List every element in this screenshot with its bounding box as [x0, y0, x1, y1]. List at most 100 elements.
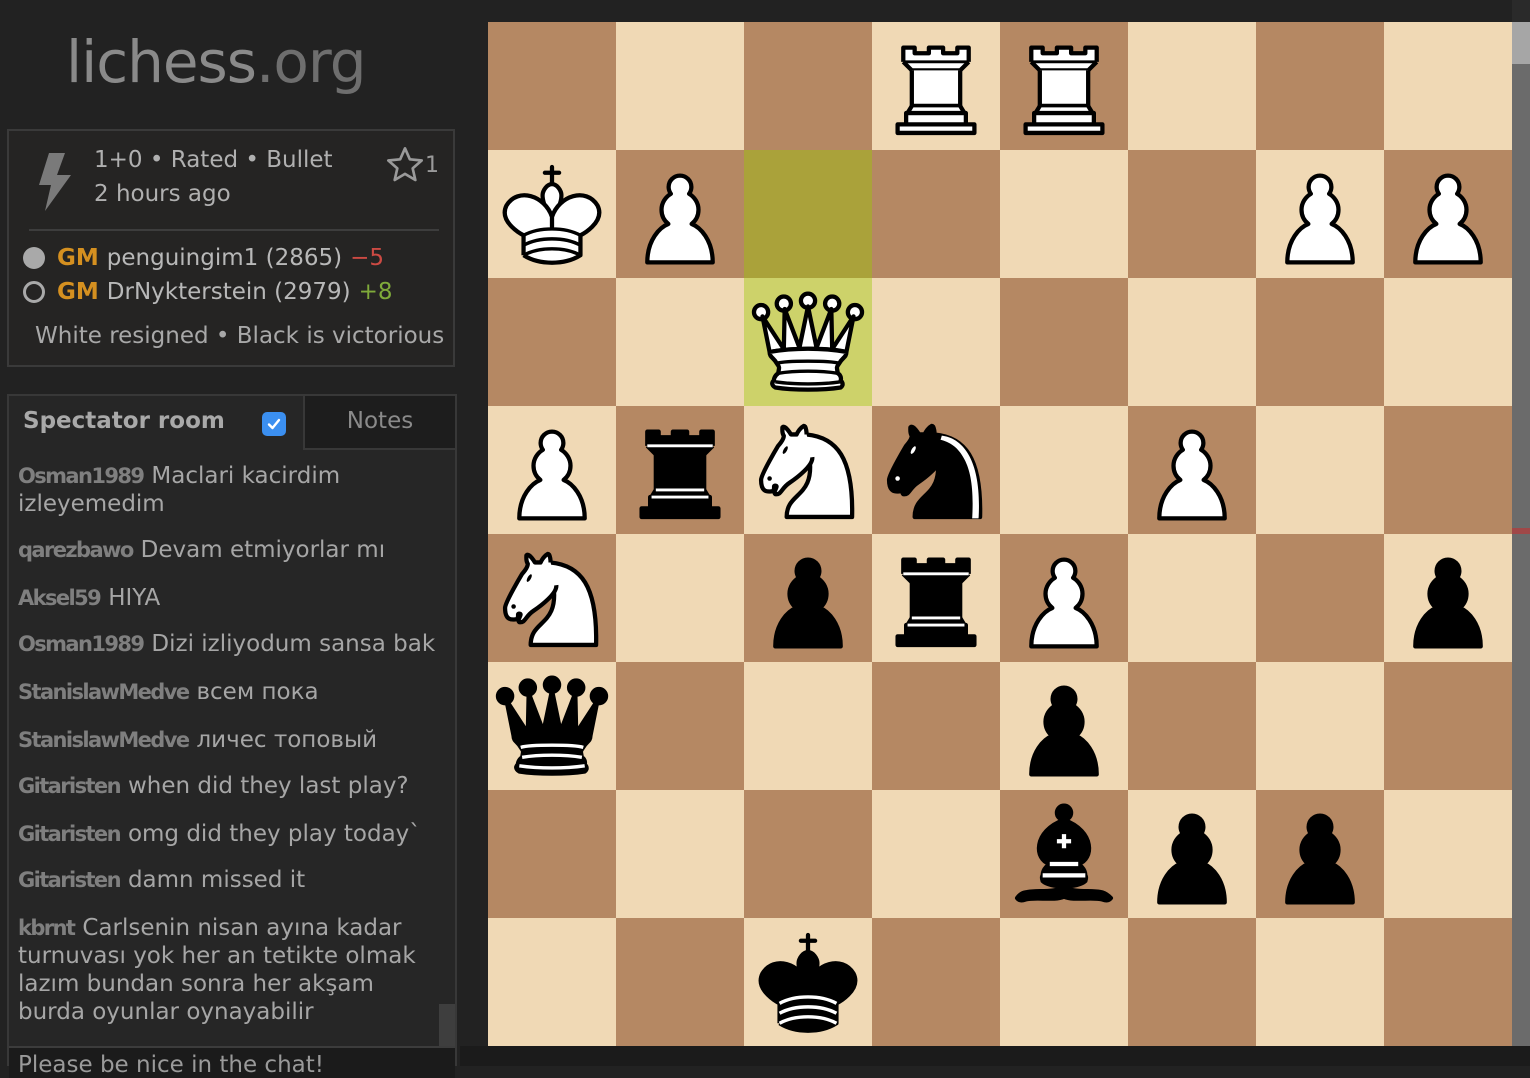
square-c6[interactable]	[744, 278, 872, 406]
chat-username[interactable]: Osman1989	[18, 632, 145, 656]
square-c7[interactable]	[744, 150, 872, 278]
square-g3[interactable]	[1256, 662, 1384, 790]
square-h8[interactable]	[1384, 22, 1512, 150]
chat-scrollbar[interactable]	[439, 1004, 455, 1046]
black-knight-icon[interactable]	[872, 406, 1000, 534]
square-g2[interactable]	[1256, 790, 1384, 918]
square-d8[interactable]	[872, 22, 1000, 150]
square-f8[interactable]	[1128, 22, 1256, 150]
chat-username[interactable]: Gitaristen	[18, 774, 122, 798]
square-a8[interactable]	[488, 22, 616, 150]
square-h6[interactable]	[1384, 278, 1512, 406]
square-e8[interactable]	[1000, 22, 1128, 150]
square-d7[interactable]	[872, 150, 1000, 278]
square-a6[interactable]	[488, 278, 616, 406]
square-f5[interactable]	[1128, 406, 1256, 534]
chat-username[interactable]: Aksel59	[18, 586, 102, 610]
black-pawn-icon[interactable]	[1128, 790, 1256, 918]
square-e2[interactable]	[1000, 790, 1128, 918]
square-a4[interactable]	[488, 534, 616, 662]
square-h4[interactable]	[1384, 534, 1512, 662]
tab-notes[interactable]: Notes	[303, 396, 455, 450]
square-e6[interactable]	[1000, 278, 1128, 406]
chess-board[interactable]	[488, 22, 1512, 1046]
white-king-icon[interactable]	[488, 150, 616, 278]
black-pawn-icon[interactable]	[744, 534, 872, 662]
white-pawn-icon[interactable]	[1000, 534, 1128, 662]
player-name-link[interactable]: penguingim1	[107, 245, 259, 271]
chat-toggle-checkbox[interactable]	[262, 412, 286, 436]
square-c1[interactable]	[744, 918, 872, 1046]
square-d5[interactable]	[872, 406, 1000, 534]
square-f1[interactable]	[1128, 918, 1256, 1046]
white-pawn-icon[interactable]	[1384, 150, 1512, 278]
square-a3[interactable]	[488, 662, 616, 790]
site-logo[interactable]: lichess.org	[66, 28, 367, 96]
square-b4[interactable]	[616, 534, 744, 662]
square-g4[interactable]	[1256, 534, 1384, 662]
square-b8[interactable]	[616, 22, 744, 150]
white-knight-icon[interactable]	[488, 534, 616, 662]
chat-username[interactable]: Osman1989	[18, 464, 145, 488]
square-e1[interactable]	[1000, 918, 1128, 1046]
black-pawn-icon[interactable]	[1000, 662, 1128, 790]
square-h3[interactable]	[1384, 662, 1512, 790]
white-rook-icon[interactable]	[872, 22, 1000, 150]
square-f6[interactable]	[1128, 278, 1256, 406]
square-g6[interactable]	[1256, 278, 1384, 406]
chat-username[interactable]: kbrnt	[18, 916, 76, 940]
square-c2[interactable]	[744, 790, 872, 918]
white-knight-icon[interactable]	[744, 406, 872, 534]
square-g1[interactable]	[1256, 918, 1384, 1046]
square-h7[interactable]	[1384, 150, 1512, 278]
black-queen-icon[interactable]	[488, 662, 616, 790]
square-e5[interactable]	[1000, 406, 1128, 534]
square-d1[interactable]	[872, 918, 1000, 1046]
chat-username[interactable]: Gitaristen	[18, 868, 122, 892]
square-h2[interactable]	[1384, 790, 1512, 918]
white-pawn-icon[interactable]	[1128, 406, 1256, 534]
black-rook-icon[interactable]	[872, 534, 1000, 662]
side-scrollbar[interactable]	[1512, 0, 1530, 1066]
square-e7[interactable]	[1000, 150, 1128, 278]
white-queen-icon[interactable]	[744, 278, 872, 406]
square-b7[interactable]	[616, 150, 744, 278]
chat-username[interactable]: Gitaristen	[18, 822, 122, 846]
square-b3[interactable]	[616, 662, 744, 790]
chat-username[interactable]: StanislawMedve	[18, 728, 190, 752]
square-a5[interactable]	[488, 406, 616, 534]
chat-input[interactable]: Please be nice in the chat!	[9, 1046, 455, 1078]
square-d4[interactable]	[872, 534, 1000, 662]
white-rook-icon[interactable]	[1000, 22, 1128, 150]
white-pawn-icon[interactable]	[616, 150, 744, 278]
square-a2[interactable]	[488, 790, 616, 918]
black-king-icon[interactable]	[744, 918, 872, 1046]
black-pawn-icon[interactable]	[1256, 790, 1384, 918]
square-g5[interactable]	[1256, 406, 1384, 534]
square-a7[interactable]	[488, 150, 616, 278]
square-c5[interactable]	[744, 406, 872, 534]
square-d3[interactable]	[872, 662, 1000, 790]
tab-spectator-room[interactable]: Spectator room	[9, 396, 303, 450]
square-e3[interactable]	[1000, 662, 1128, 790]
chat-username[interactable]: StanislawMedve	[18, 680, 190, 704]
square-g8[interactable]	[1256, 22, 1384, 150]
square-b1[interactable]	[616, 918, 744, 1046]
white-pawn-icon[interactable]	[1256, 150, 1384, 278]
square-g7[interactable]	[1256, 150, 1384, 278]
square-d2[interactable]	[872, 790, 1000, 918]
square-b6[interactable]	[616, 278, 744, 406]
square-f2[interactable]	[1128, 790, 1256, 918]
square-f7[interactable]	[1128, 150, 1256, 278]
black-rook-icon[interactable]	[616, 406, 744, 534]
square-h5[interactable]	[1384, 406, 1512, 534]
black-pawn-icon[interactable]	[1384, 534, 1512, 662]
square-c3[interactable]	[744, 662, 872, 790]
player-name-link[interactable]: DrNykterstein	[107, 279, 267, 305]
black-bishop-icon[interactable]	[1000, 790, 1128, 918]
square-e4[interactable]	[1000, 534, 1128, 662]
square-f4[interactable]	[1128, 534, 1256, 662]
white-pawn-icon[interactable]	[488, 406, 616, 534]
scrollbar-thumb[interactable]	[1512, 22, 1530, 64]
square-b5[interactable]	[616, 406, 744, 534]
